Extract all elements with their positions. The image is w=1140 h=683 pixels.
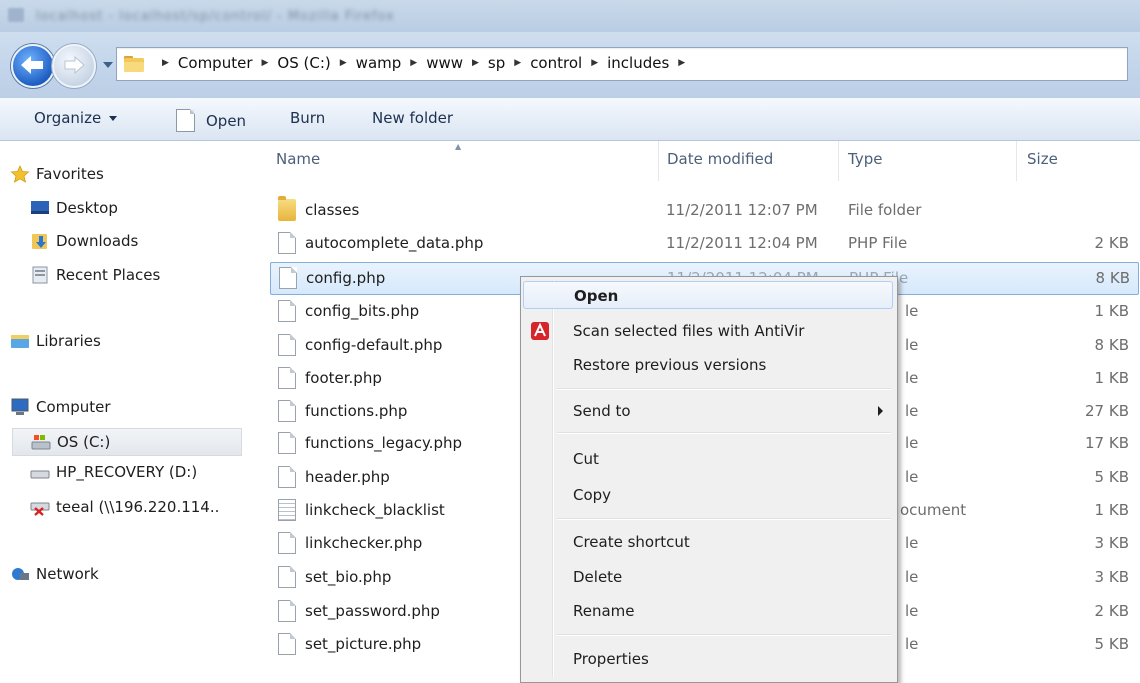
column-separator[interactable] — [658, 141, 659, 181]
drive-icon — [31, 435, 51, 450]
column-header-name[interactable]: Name — [276, 150, 320, 168]
chevron-right-icon — [878, 406, 883, 416]
breadcrumb-sp[interactable]: ▶ sp — [463, 54, 505, 72]
nav-network[interactable]: Network — [10, 565, 99, 583]
sort-ascending-icon: ▲ — [455, 142, 462, 151]
chevron-right-icon[interactable]: ▶ — [514, 58, 521, 68]
nav-desktop[interactable]: Desktop — [30, 199, 118, 217]
chevron-down-icon — [109, 115, 118, 121]
menu-item-cut[interactable]: Cut — [523, 445, 893, 473]
menu-separator — [557, 432, 891, 434]
nav-recent-places[interactable]: Recent Places — [30, 266, 160, 284]
nav-computer[interactable]: Computer — [10, 398, 111, 416]
menu-item-scan-antivir[interactable]: Scan selected files with AntiVir — [523, 317, 893, 345]
breadcrumb-subfolders[interactable]: ▶ — [669, 58, 694, 68]
title-bar: localhost - localhost/sp/control/ - Mozi… — [0, 0, 1140, 32]
chevron-right-icon[interactable]: ▶ — [262, 58, 269, 68]
folder-icon — [278, 196, 296, 221]
column-header-type[interactable]: Type — [848, 150, 882, 168]
menu-separator — [557, 518, 891, 520]
star-icon — [10, 165, 30, 183]
drive-icon — [30, 470, 50, 479]
menu-item-rename[interactable]: Rename — [523, 597, 893, 625]
file-row-classes[interactable]: classes 11/2/2011 12:07 PM File folder — [270, 195, 1137, 226]
downloads-icon — [32, 234, 47, 249]
chevron-right-icon[interactable]: ▶ — [340, 58, 347, 68]
file-icon — [278, 300, 296, 322]
breadcrumb-os-c[interactable]: ▶ OS (C:) — [253, 54, 331, 72]
address-bar[interactable]: ▶ Computer ▶ OS (C:) ▶ wamp ▶ www ▶ sp ▶ contr… — [116, 47, 1128, 81]
chevron-right-icon[interactable]: ▶ — [162, 58, 169, 68]
nav-libraries[interactable]: Libraries — [10, 332, 101, 350]
file-icon — [278, 466, 296, 488]
column-header-date-modified[interactable]: Date modified — [667, 150, 773, 168]
nav-os-c[interactable]: OS (C:) — [12, 428, 242, 456]
file-icon — [278, 367, 296, 389]
libraries-icon — [11, 335, 29, 348]
column-separator[interactable] — [838, 141, 839, 181]
forward-arrow-icon — [64, 55, 85, 75]
menu-separator — [557, 388, 891, 390]
nav-downloads[interactable]: Downloads — [30, 232, 138, 250]
breadcrumb-wamp[interactable]: ▶ wamp — [331, 54, 402, 72]
context-menu: Open Scan selected files with AntiVir Re… — [520, 276, 898, 683]
file-row-autocomplete-data[interactable]: autocomplete_data.php 11/2/2011 12:04 PM… — [270, 228, 1137, 259]
navigation-pane: Favorites Desktop Downloads Recent Place… — [0, 141, 258, 682]
chevron-right-icon[interactable]: ▶ — [472, 58, 479, 68]
file-icon — [279, 267, 297, 289]
file-icon — [278, 232, 296, 254]
column-header-size[interactable]: Size — [1027, 150, 1058, 168]
menu-item-restore-previous-versions[interactable]: Restore previous versions — [523, 351, 893, 379]
menu-item-open[interactable]: Open — [523, 281, 893, 309]
network-drive-disconnected-icon — [30, 502, 50, 516]
document-icon — [176, 109, 195, 132]
file-icon — [278, 334, 296, 356]
file-icon — [278, 566, 296, 588]
nav-hp-recovery[interactable]: HP_RECOVERY (D:) — [30, 463, 197, 481]
window-title: localhost - localhost/sp/control/ - Mozi… — [36, 9, 395, 24]
command-bar: Organize Open Burn New folder — [0, 98, 1140, 141]
file-icon — [278, 532, 296, 554]
burn-button[interactable]: Burn — [290, 109, 325, 127]
history-dropdown-icon[interactable] — [103, 62, 113, 68]
computer-icon — [11, 398, 29, 415]
menu-item-create-shortcut[interactable]: Create shortcut — [523, 528, 893, 556]
back-button[interactable] — [11, 44, 55, 88]
back-arrow-icon — [21, 56, 43, 74]
column-separator[interactable] — [1016, 141, 1017, 181]
breadcrumb-computer[interactable]: ▶ Computer — [153, 54, 253, 72]
menu-item-delete[interactable]: Delete — [523, 563, 893, 591]
open-button[interactable]: Open — [176, 109, 246, 132]
recent-places-icon — [32, 266, 48, 284]
nav-teeal[interactable]: teeal (\\196.220.114.. — [30, 498, 219, 516]
breadcrumb-includes[interactable]: ▶ includes — [582, 54, 669, 72]
file-icon — [278, 400, 296, 422]
chevron-right-icon[interactable]: ▶ — [591, 58, 598, 68]
network-icon — [12, 568, 29, 580]
forward-button[interactable] — [52, 44, 96, 88]
folder-icon — [124, 56, 144, 72]
chevron-right-icon[interactable]: ▶ — [410, 58, 417, 68]
file-icon — [278, 432, 296, 454]
menu-item-copy[interactable]: Copy — [523, 481, 893, 509]
breadcrumb-control[interactable]: ▶ control — [505, 54, 582, 72]
chevron-right-icon[interactable]: ▶ — [678, 58, 685, 68]
antivir-icon — [531, 322, 549, 340]
window-icon — [8, 8, 24, 22]
menu-item-properties[interactable]: Properties — [523, 645, 893, 673]
nav-favorites[interactable]: Favorites — [10, 165, 104, 183]
menu-item-send-to[interactable]: Send to — [523, 397, 893, 425]
file-icon — [278, 600, 296, 622]
organize-button[interactable]: Organize — [34, 109, 118, 127]
new-folder-button[interactable]: New folder — [372, 109, 453, 127]
desktop-icon — [31, 201, 49, 214]
file-icon — [278, 633, 296, 655]
text-document-icon — [278, 499, 296, 521]
breadcrumb-www[interactable]: ▶ www — [401, 54, 463, 72]
menu-separator — [557, 634, 891, 636]
breadcrumb: ▶ Computer ▶ OS (C:) ▶ wamp ▶ www ▶ sp ▶ contr… — [153, 54, 694, 72]
address-row: ▶ Computer ▶ OS (C:) ▶ wamp ▶ www ▶ sp ▶ contr… — [0, 32, 1140, 98]
